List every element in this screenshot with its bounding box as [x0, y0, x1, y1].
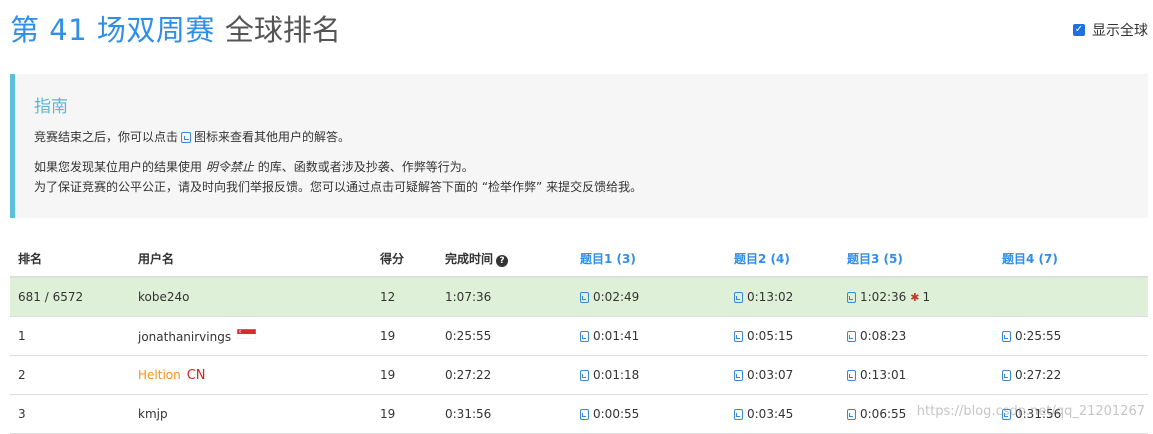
cell-finish-time: 0:27:22 — [437, 355, 572, 395]
table-header-row: 排名 用户名 得分 完成时间? 题目1 (3) 题目2 (4) 题目3 (5) … — [10, 240, 1148, 278]
code-file-icon[interactable] — [734, 292, 743, 303]
cell-score: 19 — [372, 394, 437, 434]
code-file-icon[interactable] — [847, 370, 856, 381]
code-file-icon[interactable] — [847, 409, 856, 420]
cell-rank: 3 — [10, 394, 130, 434]
cell-q2[interactable]: 0:03:07 — [726, 355, 839, 395]
watermark: https://blog.csdn.net/qq_21201267 — [916, 404, 1145, 419]
cell-finish-time: 0:25:55 — [437, 316, 572, 356]
cell-rank: 1 — [10, 316, 130, 356]
cell-q1[interactable]: 0:01:18 — [572, 355, 726, 395]
code-file-icon[interactable] — [734, 409, 743, 420]
cell-q1[interactable]: 0:00:55 — [572, 394, 726, 434]
cell-score: 19 — [372, 316, 437, 356]
cell-q1[interactable]: 0:01:41 — [572, 316, 726, 356]
forbidden-emphasis: 明令禁止 — [205, 160, 254, 174]
cell-username[interactable]: kmjp — [130, 394, 372, 434]
header-score: 得分 — [372, 240, 437, 278]
header-q2[interactable]: 题目2 (4) — [726, 240, 839, 278]
code-file-icon[interactable] — [1002, 331, 1011, 342]
contest-title[interactable]: 第 41 场双周赛 — [10, 7, 215, 49]
guide-panel: 指南 竞赛结束之后，你可以点击 图标来查看其他用户的解答。 如果您发现某位用户的结… — [10, 74, 1148, 218]
cell-username[interactable]: Heltion CN — [130, 355, 372, 395]
code-file-icon[interactable] — [580, 331, 589, 342]
cell-finish-time: 0:31:56 — [437, 394, 572, 434]
code-file-icon — [181, 132, 192, 143]
cell-score: 12 — [372, 277, 437, 317]
table-row-me: 681 / 6572 kobe24o 12 1:07:36 0:02:49 0:… — [10, 277, 1148, 317]
guide-line-1: 竞赛结束之后，你可以点击 图标来查看其他用户的解答。 — [34, 130, 351, 144]
code-file-icon[interactable] — [847, 292, 856, 303]
cell-q3[interactable]: 0:08:23 — [839, 316, 994, 356]
header-finish-time: 完成时间? — [437, 240, 572, 278]
table-row: 1 jonathanirvings 19 0:25:55 0:01:41 0:0… — [10, 316, 1148, 356]
cell-username[interactable]: kobe24o — [130, 277, 372, 317]
region-badge-cn: CN — [186, 367, 206, 383]
global-toggle[interactable]: ✓ 显示全球 — [1073, 20, 1148, 40]
header-rank: 排名 — [10, 240, 130, 278]
global-toggle-label[interactable]: 显示全球 — [1092, 20, 1148, 40]
code-file-icon[interactable] — [580, 370, 589, 381]
header-username: 用户名 — [130, 240, 372, 278]
code-file-icon[interactable] — [580, 409, 589, 420]
cell-q3[interactable]: 0:13:01 — [839, 355, 994, 395]
cell-q4[interactable]: 0:27:22 — [994, 355, 1148, 395]
code-file-icon[interactable] — [734, 331, 743, 342]
code-file-icon[interactable] — [847, 331, 856, 342]
cell-q2[interactable]: 0:13:02 — [726, 277, 839, 317]
code-file-icon[interactable] — [1002, 370, 1011, 381]
cell-finish-time: 1:07:36 — [437, 277, 572, 317]
guide-heading: 指南 — [34, 97, 68, 117]
cell-q4 — [994, 277, 1148, 317]
header-q4[interactable]: 题目4 (7) — [994, 240, 1148, 278]
cell-q4[interactable]: 0:25:55 — [994, 316, 1148, 356]
cell-username[interactable]: jonathanirvings — [130, 316, 372, 356]
rank-title: 全球排名 — [224, 13, 341, 47]
cell-rank: 2 — [10, 355, 130, 395]
header-q1[interactable]: 题目1 (3) — [572, 240, 726, 278]
guide-line-3: 为了保证竞赛的公平公正，请及时向我们举报反馈。您可以通过点击可疑解答下面的 “检… — [34, 180, 643, 194]
table-row: 2 Heltion CN 19 0:27:22 0:01:18 0:03:07 0… — [10, 355, 1148, 395]
cell-rank: 681 / 6572 — [10, 277, 130, 317]
cell-q1[interactable]: 0:02:49 — [572, 277, 726, 317]
cell-q3[interactable]: 1:02:36 ✱ 1 — [839, 277, 994, 317]
bug-icon: ✱ — [910, 291, 920, 304]
header-q3[interactable]: 题目3 (5) — [839, 240, 994, 278]
cell-q2[interactable]: 0:03:45 — [726, 394, 839, 434]
page-header: 第 41 场双周赛 全球排名 — [10, 8, 341, 48]
code-file-icon[interactable] — [734, 370, 743, 381]
global-checkbox[interactable]: ✓ — [1073, 24, 1085, 36]
guide-line-2: 如果您发现某位用户的结果使用 明令禁止 的库、函数或者涉及抄袭、作弊等行为。 — [34, 160, 474, 174]
cell-score: 19 — [372, 355, 437, 395]
question-circle-icon[interactable]: ? — [496, 254, 509, 267]
cell-q2[interactable]: 0:05:15 — [726, 316, 839, 356]
code-file-icon[interactable] — [580, 292, 589, 303]
singapore-flag-icon — [237, 328, 257, 339]
